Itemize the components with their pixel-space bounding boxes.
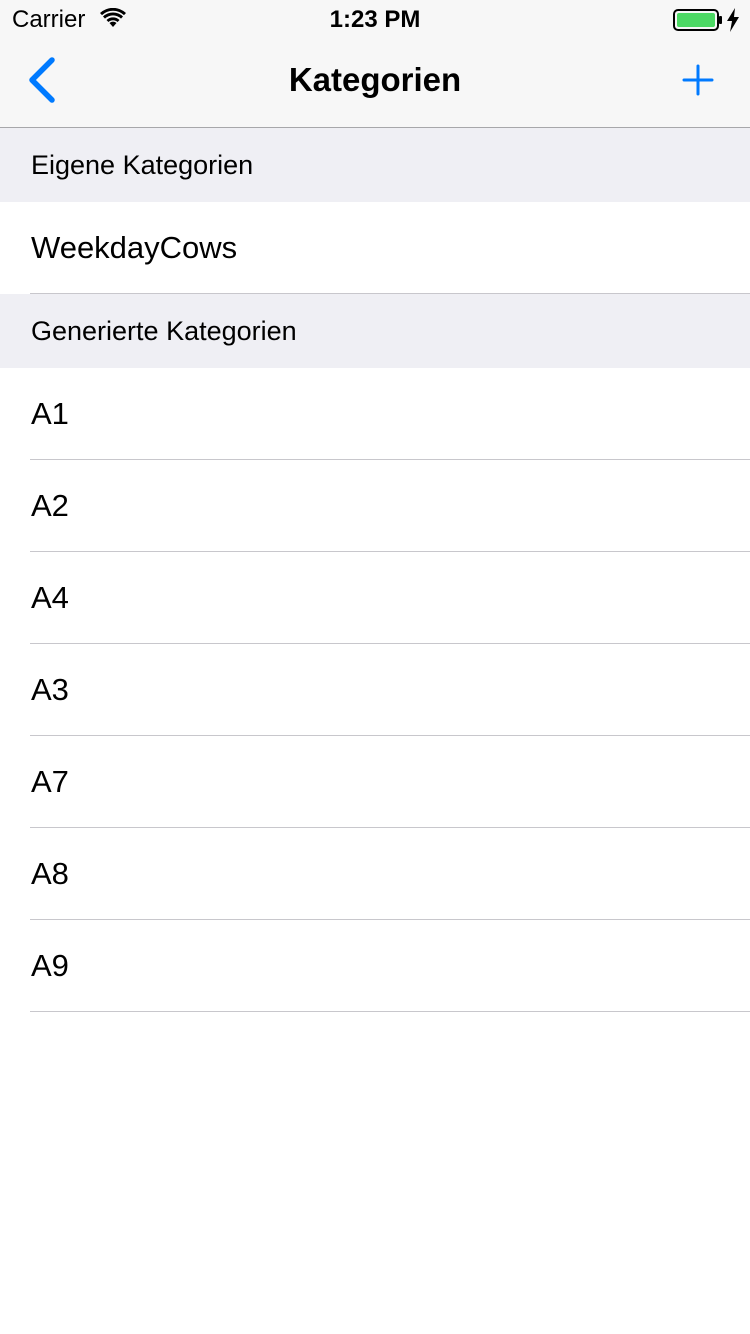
chevron-left-icon [29, 57, 55, 103]
battery-icon [673, 9, 723, 36]
status-time: 1:23 PM [329, 6, 421, 33]
list-item[interactable]: A1 [30, 368, 750, 460]
back-button[interactable] [18, 56, 68, 104]
section-header-label: Eigene Kategorien [31, 150, 254, 180]
list-item-label: A1 [31, 396, 69, 431]
list-item-label: A9 [31, 948, 69, 983]
list-item-label: A7 [31, 764, 69, 799]
list-item-label: A2 [31, 488, 69, 523]
section-header-own: Eigene Kategorien [0, 128, 750, 202]
list-item[interactable]: A9 [30, 920, 750, 1012]
section-header-generated: Generierte Kategorien [0, 294, 750, 368]
list-item[interactable]: A3 [30, 644, 750, 736]
plus-icon [682, 64, 714, 96]
page-title: Kategorien [288, 61, 462, 98]
list-item[interactable]: A7 [30, 736, 750, 828]
list-item-label: A4 [31, 580, 69, 615]
section-header-label: Generierte Kategorien [31, 316, 297, 346]
list-item-label: A8 [31, 856, 69, 891]
navigation-bar: Kategorien [0, 40, 750, 128]
list-item[interactable]: A8 [30, 828, 750, 920]
list-item[interactable]: A4 [30, 552, 750, 644]
list-item[interactable]: A2 [30, 460, 750, 552]
list-item-label: WeekdayCows [31, 230, 238, 265]
list-item-label: A3 [31, 672, 69, 707]
add-category-button[interactable] [672, 54, 724, 106]
status-bar: Carrier 1:23 PM [0, 0, 750, 40]
charging-icon [726, 8, 740, 37]
category-list: Eigene Kategorien WeekdayCows Generierte… [0, 128, 750, 1012]
list-item[interactable]: WeekdayCows [30, 202, 750, 294]
